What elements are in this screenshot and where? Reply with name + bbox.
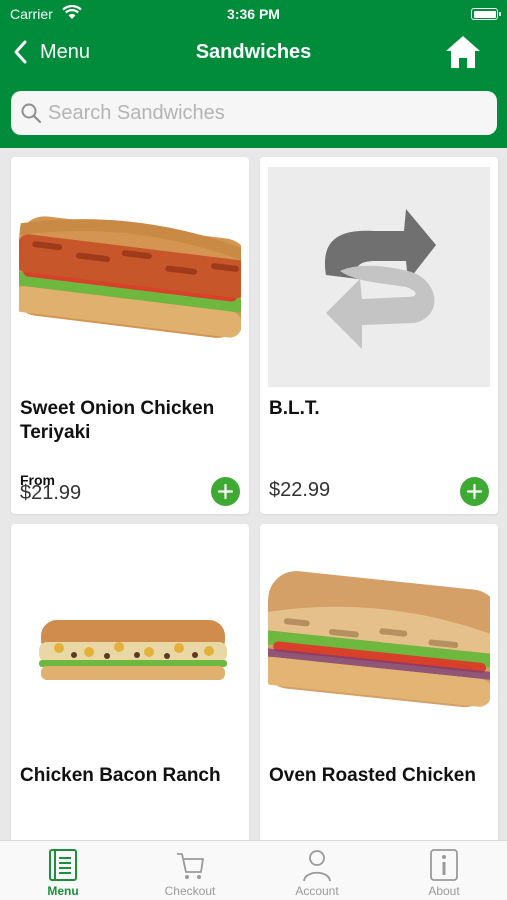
battery-icon xyxy=(471,8,501,20)
product-card[interactable]: Sweet Onion Chicken Teriyaki From $21.99 xyxy=(11,157,249,514)
product-image xyxy=(268,534,490,754)
search-input[interactable] xyxy=(48,101,478,125)
home-icon[interactable] xyxy=(444,34,482,70)
product-card[interactable]: Chicken Bacon Ranch xyxy=(11,524,249,881)
tab-about[interactable]: About xyxy=(381,841,507,900)
status-bar: Carrier 3:36 PM xyxy=(0,0,507,28)
tab-checkout[interactable]: Checkout xyxy=(127,841,253,900)
tab-bar: Menu Checkout Account About xyxy=(0,840,507,900)
tab-label: Menu xyxy=(47,884,79,898)
page-title: Sandwiches xyxy=(195,41,312,63)
product-image xyxy=(268,167,490,387)
tab-label: About xyxy=(428,884,460,898)
product-name: Sweet Onion Chicken Teriyaki xyxy=(20,398,215,443)
person-icon xyxy=(303,850,331,882)
product-price: $22.99 xyxy=(269,479,331,501)
search-icon xyxy=(21,103,42,124)
plus-icon xyxy=(217,483,234,500)
product-card[interactable]: Oven Roasted Chicken xyxy=(260,524,498,881)
tab-label: Account xyxy=(295,884,339,898)
add-to-cart-button[interactable] xyxy=(460,477,489,506)
product-image xyxy=(19,167,241,387)
search-bar[interactable] xyxy=(11,91,497,135)
tab-menu[interactable]: Menu xyxy=(0,841,126,900)
cart-icon xyxy=(177,853,204,879)
product-image xyxy=(19,534,241,754)
product-card[interactable]: B.L.T. $22.99 xyxy=(260,157,498,514)
navigation-header: Carrier 3:36 PM Menu Sandwiches xyxy=(0,0,507,148)
product-name: Chicken Bacon Ranch xyxy=(20,765,221,786)
clock: 3:36 PM xyxy=(227,6,280,22)
add-to-cart-button[interactable] xyxy=(211,477,240,506)
product-price: $21.99 xyxy=(20,482,82,504)
tab-account[interactable]: Account xyxy=(254,841,380,900)
product-name: B.L.T. xyxy=(269,398,320,419)
product-name: Oven Roasted Chicken xyxy=(269,765,476,786)
info-icon xyxy=(430,849,458,881)
plus-icon xyxy=(466,483,483,500)
menu-book-icon xyxy=(49,849,77,881)
tab-label: Checkout xyxy=(164,884,216,898)
